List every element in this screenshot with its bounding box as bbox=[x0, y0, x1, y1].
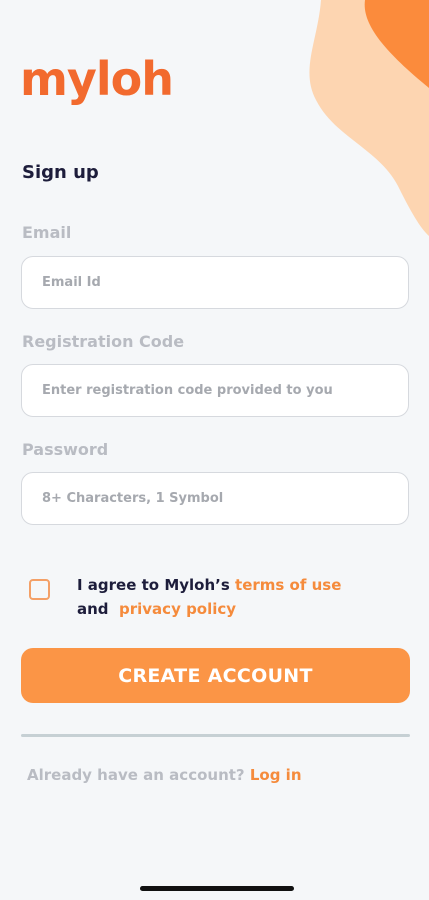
password-field[interactable] bbox=[21, 472, 409, 525]
email-label: Email bbox=[22, 223, 72, 242]
create-account-button[interactable]: CREATE ACCOUNT bbox=[21, 648, 410, 703]
registration-code-label: Registration Code bbox=[22, 332, 185, 351]
password-label: Password bbox=[22, 440, 109, 459]
privacy-policy-link[interactable]: privacy policy bbox=[119, 600, 236, 618]
login-prompt-text: Already have an account? bbox=[27, 766, 245, 784]
agree-text: I agree to Myloh’s terms of use and priv… bbox=[77, 573, 377, 621]
decorative-blob-background bbox=[309, 0, 429, 236]
registration-code-field[interactable] bbox=[21, 364, 409, 417]
login-link[interactable]: Log in bbox=[250, 766, 302, 784]
terms-of-use-link[interactable]: terms of use bbox=[235, 576, 341, 594]
app-logo: myloh bbox=[20, 52, 174, 106]
login-prompt: Already have an account? Log in bbox=[27, 766, 302, 784]
email-field[interactable] bbox=[21, 256, 409, 309]
agree-and: and bbox=[77, 600, 109, 618]
home-indicator bbox=[140, 886, 294, 891]
divider bbox=[21, 734, 410, 737]
agree-prefix: I agree to Myloh’s bbox=[77, 576, 230, 594]
agree-checkbox[interactable] bbox=[29, 579, 50, 600]
page-title: Sign up bbox=[22, 162, 99, 183]
